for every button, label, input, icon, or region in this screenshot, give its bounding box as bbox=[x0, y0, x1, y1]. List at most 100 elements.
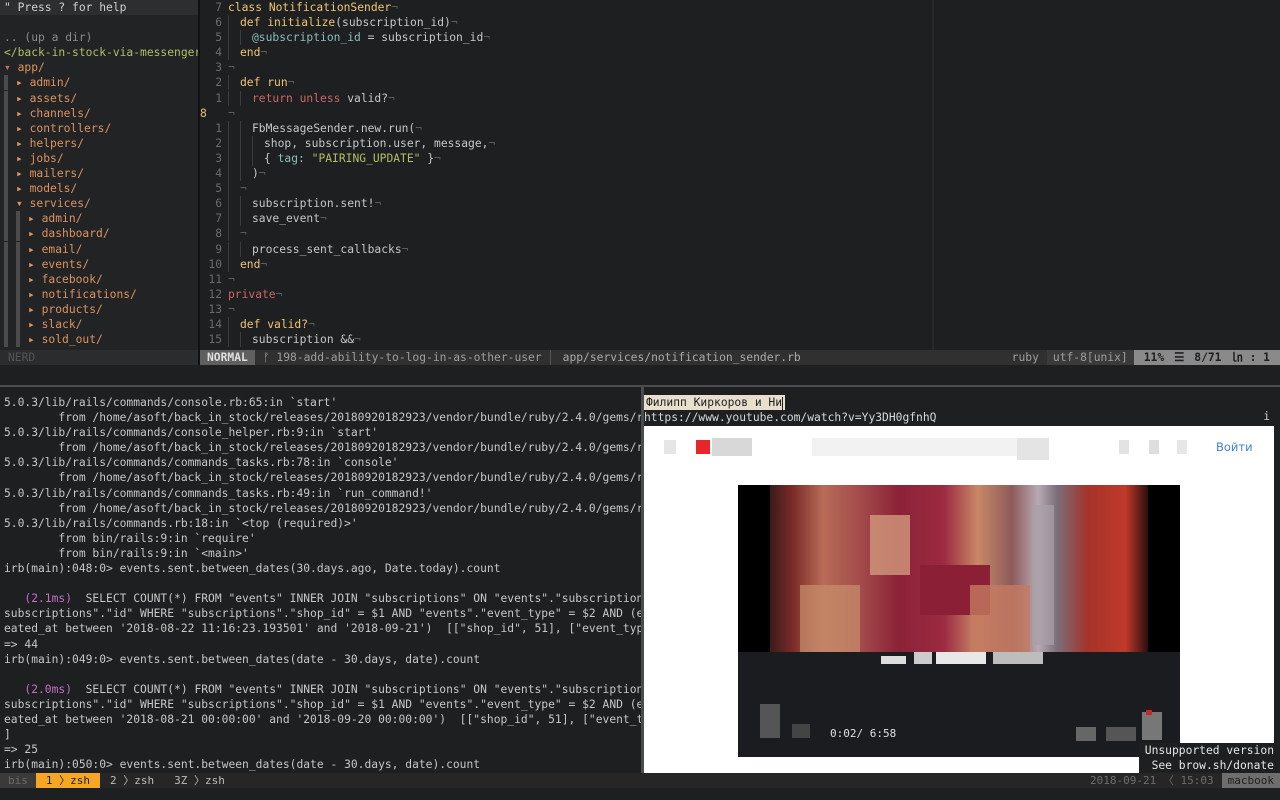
tree-subdir[interactable]: ▸ products/ bbox=[0, 301, 198, 317]
code-line[interactable]: 3 { tag: "PAIRING_UPDATE" }¬ bbox=[200, 150, 1280, 166]
browser-tab[interactable]: Филипп Киркоров и Ни bbox=[644, 395, 786, 410]
tree-dir[interactable]: ▸ assets/ bbox=[0, 90, 198, 106]
code-line[interactable]: 14 def valid?¬ bbox=[200, 316, 1280, 332]
code-line[interactable]: 7 class NotificationSender¬ bbox=[200, 0, 1280, 15]
indent-guide bbox=[240, 135, 252, 151]
menu-icon[interactable]: i bbox=[1263, 410, 1270, 423]
terminal-line: 5.0.3/lib/rails/commands.rb:18:in `<top … bbox=[4, 516, 358, 530]
tree-dir[interactable]: ▸ controllers/ bbox=[0, 120, 198, 136]
code-line[interactable]: 2 shop, subscription.user, message,¬ bbox=[200, 135, 1280, 151]
settings-icon[interactable] bbox=[1177, 440, 1187, 454]
eol-marker: ¬ bbox=[308, 317, 315, 331]
code-line[interactable]: 5 ¬ bbox=[200, 181, 1280, 197]
search-input[interactable] bbox=[812, 438, 1017, 456]
terminal-line: 5.0.3/lib/rails/commands/commands_tasks.… bbox=[4, 456, 399, 470]
tree-subdir[interactable]: ▸ slack/ bbox=[0, 316, 198, 332]
eol-marker: ¬ bbox=[488, 136, 496, 150]
url-bar[interactable]: https://www.youtube.com/watch?v=Yy3DH0gf… bbox=[644, 410, 1280, 425]
code-line[interactable]: 11 ¬ bbox=[200, 272, 1280, 287]
web-page-render[interactable]: Войти 0:02/ 6:58 bbox=[644, 426, 1274, 773]
tree-subdir[interactable]: ▸ dashboard/ bbox=[0, 226, 198, 242]
tree-dir[interactable]: ▸ jobs/ bbox=[0, 150, 198, 166]
tree-dir[interactable]: ▸ models/ bbox=[0, 181, 198, 197]
tree-dir[interactable]: ▾ services/ bbox=[0, 196, 198, 212]
tree-subdir[interactable]: ▸ admin/ bbox=[0, 211, 198, 227]
code-line[interactable]: 1 FbMessageSender.new.run(¬ bbox=[200, 120, 1280, 136]
tree-guide bbox=[16, 316, 20, 332]
tree-guide bbox=[4, 75, 8, 91]
line-number: 10 bbox=[208, 257, 222, 271]
terminal-line: from bin/rails:9:in `<main>' bbox=[4, 546, 249, 560]
tree-subdir[interactable]: ▸ events/ bbox=[0, 256, 198, 272]
code-line[interactable]: 15 subscription &&¬ bbox=[200, 332, 1280, 348]
tree-dir[interactable]: ▸ channels/ bbox=[0, 105, 198, 121]
tree-subdir[interactable]: ▸ sold_out/ bbox=[0, 332, 198, 348]
code-line[interactable]: 6 def initialize(subscription_id)¬ bbox=[200, 15, 1280, 31]
code-line[interactable]: 13 ¬ bbox=[200, 302, 1280, 317]
tree-dir[interactable]: ▸ helpers/ bbox=[0, 135, 198, 151]
login-link[interactable]: Войти bbox=[1216, 440, 1253, 454]
chevron-right-icon: ▸ bbox=[28, 317, 35, 331]
apps-icon[interactable] bbox=[1119, 440, 1129, 454]
terminal-pane[interactable]: 5.0.3/lib/rails/commands/console.rb:65:i… bbox=[0, 395, 641, 773]
code-line[interactable]: 5 @subscription_id = subscription_id¬ bbox=[200, 30, 1280, 46]
settings-icon[interactable] bbox=[1076, 727, 1096, 741]
tree-guide bbox=[16, 286, 20, 302]
code-line[interactable]: 6 subscription.sent!¬ bbox=[200, 196, 1280, 212]
code-line[interactable]: 3 ¬ bbox=[200, 60, 1280, 75]
code-line[interactable]: 8 ¬ bbox=[200, 226, 1280, 242]
code-line[interactable]: 10 end¬ bbox=[200, 256, 1280, 272]
code-line[interactable]: 12 private¬ bbox=[200, 287, 1280, 302]
nerdtree-panel[interactable]: " Press ? for help .. (up a dir) </back-in… bbox=[0, 0, 198, 350]
tree-subdir[interactable]: ▸ facebook/ bbox=[0, 271, 198, 287]
code-line[interactable]: 4 end¬ bbox=[200, 45, 1280, 61]
volume-icon[interactable] bbox=[792, 724, 810, 738]
tree-dir-label: controllers/ bbox=[29, 121, 112, 135]
code-line[interactable]: 4)¬ bbox=[200, 166, 1280, 182]
search-button[interactable] bbox=[1017, 438, 1049, 460]
tree-subdir[interactable]: ▸ notifications/ bbox=[0, 286, 198, 302]
code-text: shop, subscription.user, message, bbox=[264, 136, 489, 150]
nerdtree-statusline: NERD bbox=[0, 350, 198, 365]
horizontal-pane-divider[interactable] bbox=[0, 385, 1280, 387]
eol-marker: ¬ bbox=[228, 61, 235, 75]
code-text: def run bbox=[240, 75, 288, 90]
line-number: 13 bbox=[208, 302, 222, 316]
code-text: ) bbox=[252, 167, 259, 181]
tmux-window-1[interactable]: 1 〉zsh bbox=[35, 773, 100, 788]
play-icon[interactable] bbox=[760, 704, 780, 738]
eol-marker: ¬ bbox=[401, 242, 409, 256]
tree-guide bbox=[16, 301, 20, 317]
vim-statusline: NORMAL ᚠ 198-add-ability-to-log-in-as-ot… bbox=[200, 350, 1280, 365]
tree-dir-label: notifications/ bbox=[41, 287, 137, 301]
tmux-window-3[interactable]: 3Z 〉zsh bbox=[164, 773, 235, 788]
code-line[interactable]: 7 save_event¬ bbox=[200, 211, 1280, 227]
terminal-line: eated_at between '2018-08-22 11:16:23.19… bbox=[4, 622, 641, 636]
video-player[interactable]: 0:02/ 6:58 bbox=[738, 485, 1180, 757]
tmux-window-2[interactable]: 2 〉zsh bbox=[100, 773, 164, 788]
tree-dir[interactable]: ▸ admin/ bbox=[0, 75, 198, 91]
nerdtree-root[interactable]: </back-in-stock-via-messenger/ bbox=[0, 45, 198, 60]
chevron-right-icon: ▸ bbox=[28, 333, 35, 347]
code-line[interactable]: 1 return unless valid?¬ bbox=[200, 90, 1280, 106]
code-editor[interactable]: 7 class NotificationSender¬ 6 def initializ… bbox=[200, 0, 1280, 350]
chat-icon[interactable] bbox=[1149, 440, 1159, 454]
tree-dir[interactable]: ▸ mailers/ bbox=[0, 166, 198, 182]
tree-subdir[interactable]: ▸ email/ bbox=[0, 241, 198, 257]
tree-guide bbox=[16, 211, 20, 227]
line-number: 3 bbox=[215, 151, 222, 165]
chevron-right-icon: ▸ bbox=[16, 76, 23, 90]
menu-icon[interactable] bbox=[664, 440, 676, 454]
line-number: 1 bbox=[215, 121, 222, 135]
fullscreen-icon[interactable] bbox=[1142, 712, 1162, 740]
nerdtree-up-dir[interactable]: .. (up a dir) bbox=[0, 30, 198, 45]
code-line[interactable]: 9 process_sent_callbacks¬ bbox=[200, 241, 1280, 257]
code-line[interactable]: 2 def run¬ bbox=[200, 75, 1280, 91]
pixel-block bbox=[870, 515, 910, 575]
code-token: def bbox=[240, 76, 268, 90]
miniplayer-icon[interactable] bbox=[1106, 727, 1136, 741]
code-line[interactable]: 8 ¬ bbox=[200, 106, 1280, 121]
tree-dir-app[interactable]: ▾ app/ bbox=[0, 60, 198, 75]
youtube-logo[interactable] bbox=[696, 440, 710, 454]
